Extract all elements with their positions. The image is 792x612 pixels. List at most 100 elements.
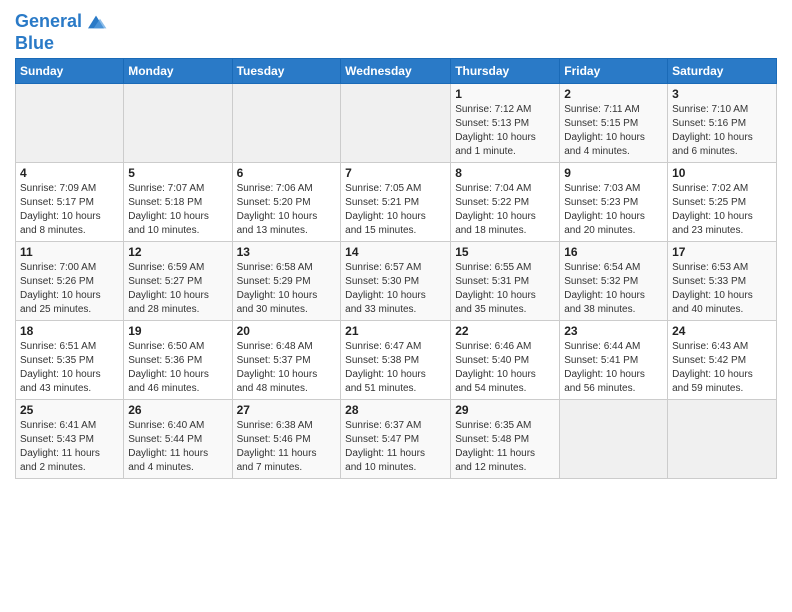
logo-blue: Blue — [15, 34, 108, 52]
logo: General Blue — [15, 10, 108, 52]
day-info: Sunrise: 6:50 AMSunset: 5:36 PMDaylight:… — [128, 340, 227, 396]
day-number: 24 — [672, 324, 772, 338]
day-number: 23 — [564, 324, 663, 338]
calendar-table: SundayMondayTuesdayWednesdayThursdayFrid… — [15, 58, 777, 479]
day-number: 20 — [237, 324, 337, 338]
calendar-week-3: 11 Sunrise: 7:00 AMSunset: 5:26 PMDayligh… — [16, 242, 777, 321]
day-info: Sunrise: 6:38 AMSunset: 5:46 PMDaylight:… — [237, 419, 337, 475]
calendar-cell: 13 Sunrise: 6:58 AMSunset: 5:29 PMDayligh… — [232, 242, 341, 321]
calendar-cell: 3 Sunrise: 7:10 AMSunset: 5:16 PMDaylight… — [668, 84, 777, 163]
calendar-cell — [232, 84, 341, 163]
calendar-cell — [341, 84, 451, 163]
day-info: Sunrise: 7:05 AMSunset: 5:21 PMDaylight:… — [345, 182, 446, 238]
calendar-cell: 8 Sunrise: 7:04 AMSunset: 5:22 PMDaylight… — [451, 163, 560, 242]
day-number: 5 — [128, 166, 227, 180]
calendar-week-1: 1 Sunrise: 7:12 AMSunset: 5:13 PMDaylight… — [16, 84, 777, 163]
calendar-cell — [668, 400, 777, 479]
day-number: 21 — [345, 324, 446, 338]
day-number: 9 — [564, 166, 663, 180]
day-number: 1 — [455, 87, 555, 101]
calendar-header-sunday: Sunday — [16, 59, 124, 84]
day-info: Sunrise: 6:47 AMSunset: 5:38 PMDaylight:… — [345, 340, 446, 396]
day-info: Sunrise: 7:09 AMSunset: 5:17 PMDaylight:… — [20, 182, 119, 238]
calendar-cell: 10 Sunrise: 7:02 AMSunset: 5:25 PMDayligh… — [668, 163, 777, 242]
day-number: 26 — [128, 403, 227, 417]
calendar-header-friday: Friday — [560, 59, 668, 84]
day-number: 12 — [128, 245, 227, 259]
page-container: General Blue SundayMondayTuesdayWednesda… — [0, 0, 792, 484]
calendar-cell: 27 Sunrise: 6:38 AMSunset: 5:46 PMDayligh… — [232, 400, 341, 479]
logo-text: General — [15, 12, 82, 32]
calendar-cell: 12 Sunrise: 6:59 AMSunset: 5:27 PMDayligh… — [124, 242, 232, 321]
day-number: 6 — [237, 166, 337, 180]
day-info: Sunrise: 6:59 AMSunset: 5:27 PMDaylight:… — [128, 261, 227, 317]
calendar-cell: 23Sunrise: 6:44 AMSunset: 5:41 PMDayligh… — [560, 321, 668, 400]
calendar-cell: 1 Sunrise: 7:12 AMSunset: 5:13 PMDaylight… — [451, 84, 560, 163]
day-number: 27 — [237, 403, 337, 417]
day-number: 3 — [672, 87, 772, 101]
calendar-header-row: SundayMondayTuesdayWednesdayThursdayFrid… — [16, 59, 777, 84]
calendar-cell: 5 Sunrise: 7:07 AMSunset: 5:18 PMDaylight… — [124, 163, 232, 242]
calendar-cell: 6Sunrise: 7:06 AMSunset: 5:20 PMDaylight… — [232, 163, 341, 242]
calendar-header-monday: Monday — [124, 59, 232, 84]
calendar-cell: 7Sunrise: 7:05 AMSunset: 5:21 PMDaylight… — [341, 163, 451, 242]
day-info: Sunrise: 6:37 AMSunset: 5:47 PMDaylight:… — [345, 419, 446, 475]
calendar-cell: 24 Sunrise: 6:43 AMSunset: 5:42 PMDayligh… — [668, 321, 777, 400]
calendar-cell: 19 Sunrise: 6:50 AMSunset: 5:36 PMDayligh… — [124, 321, 232, 400]
day-info: Sunrise: 7:11 AMSunset: 5:15 PMDaylight:… — [564, 103, 663, 159]
header: General Blue — [15, 10, 777, 52]
day-number: 13 — [237, 245, 337, 259]
day-number: 15 — [455, 245, 555, 259]
day-number: 2 — [564, 87, 663, 101]
day-info: Sunrise: 7:00 AMSunset: 5:26 PMDaylight:… — [20, 261, 119, 317]
day-info: Sunrise: 6:51 AMSunset: 5:35 PMDaylight:… — [20, 340, 119, 396]
day-info: Sunrise: 7:04 AMSunset: 5:22 PMDaylight:… — [455, 182, 555, 238]
day-info: Sunrise: 7:12 AMSunset: 5:13 PMDaylight:… — [455, 103, 555, 159]
day-number: 4 — [20, 166, 119, 180]
day-info: Sunrise: 7:10 AMSunset: 5:16 PMDaylight:… — [672, 103, 772, 159]
calendar-cell — [124, 84, 232, 163]
day-info: Sunrise: 6:58 AMSunset: 5:29 PMDaylight:… — [237, 261, 337, 317]
day-info: Sunrise: 6:53 AMSunset: 5:33 PMDaylight:… — [672, 261, 772, 317]
day-number: 18 — [20, 324, 119, 338]
calendar-header-wednesday: Wednesday — [341, 59, 451, 84]
calendar-cell — [16, 84, 124, 163]
calendar-cell: 28Sunrise: 6:37 AMSunset: 5:47 PMDayligh… — [341, 400, 451, 479]
day-info: Sunrise: 7:03 AMSunset: 5:23 PMDaylight:… — [564, 182, 663, 238]
day-number: 19 — [128, 324, 227, 338]
day-number: 11 — [20, 245, 119, 259]
day-number: 16 — [564, 245, 663, 259]
day-info: Sunrise: 6:57 AMSunset: 5:30 PMDaylight:… — [345, 261, 446, 317]
calendar-cell: 17 Sunrise: 6:53 AMSunset: 5:33 PMDayligh… — [668, 242, 777, 321]
calendar-cell: 14 Sunrise: 6:57 AMSunset: 5:30 PMDayligh… — [341, 242, 451, 321]
day-info: Sunrise: 7:02 AMSunset: 5:25 PMDaylight:… — [672, 182, 772, 238]
day-number: 10 — [672, 166, 772, 180]
calendar-cell: 20Sunrise: 6:48 AMSunset: 5:37 PMDayligh… — [232, 321, 341, 400]
calendar-cell: 21 Sunrise: 6:47 AMSunset: 5:38 PMDayligh… — [341, 321, 451, 400]
day-number: 29 — [455, 403, 555, 417]
calendar-cell: 25Sunrise: 6:41 AMSunset: 5:43 PMDayligh… — [16, 400, 124, 479]
calendar-week-4: 18 Sunrise: 6:51 AMSunset: 5:35 PMDayligh… — [16, 321, 777, 400]
calendar-cell: 4 Sunrise: 7:09 AMSunset: 5:17 PMDaylight… — [16, 163, 124, 242]
calendar-week-2: 4 Sunrise: 7:09 AMSunset: 5:17 PMDaylight… — [16, 163, 777, 242]
calendar-cell — [560, 400, 668, 479]
day-info: Sunrise: 6:46 AMSunset: 5:40 PMDaylight:… — [455, 340, 555, 396]
day-number: 22 — [455, 324, 555, 338]
calendar-cell: 18 Sunrise: 6:51 AMSunset: 5:35 PMDayligh… — [16, 321, 124, 400]
day-info: Sunrise: 7:07 AMSunset: 5:18 PMDaylight:… — [128, 182, 227, 238]
day-info: Sunrise: 6:54 AMSunset: 5:32 PMDaylight:… — [564, 261, 663, 317]
calendar-header-thursday: Thursday — [451, 59, 560, 84]
calendar-cell: 15Sunrise: 6:55 AMSunset: 5:31 PMDayligh… — [451, 242, 560, 321]
calendar-cell: 22 Sunrise: 6:46 AMSunset: 5:40 PMDayligh… — [451, 321, 560, 400]
day-info: Sunrise: 6:40 AMSunset: 5:44 PMDaylight:… — [128, 419, 227, 475]
day-number: 14 — [345, 245, 446, 259]
day-number: 8 — [455, 166, 555, 180]
day-info: Sunrise: 6:43 AMSunset: 5:42 PMDaylight:… — [672, 340, 772, 396]
calendar-cell: 2 Sunrise: 7:11 AMSunset: 5:15 PMDaylight… — [560, 84, 668, 163]
calendar-cell: 9 Sunrise: 7:03 AMSunset: 5:23 PMDaylight… — [560, 163, 668, 242]
day-info: Sunrise: 6:35 AMSunset: 5:48 PMDaylight:… — [455, 419, 555, 475]
day-number: 17 — [672, 245, 772, 259]
calendar-week-5: 25Sunrise: 6:41 AMSunset: 5:43 PMDayligh… — [16, 400, 777, 479]
calendar-cell: 26 Sunrise: 6:40 AMSunset: 5:44 PMDayligh… — [124, 400, 232, 479]
calendar-cell: 16 Sunrise: 6:54 AMSunset: 5:32 PMDayligh… — [560, 242, 668, 321]
